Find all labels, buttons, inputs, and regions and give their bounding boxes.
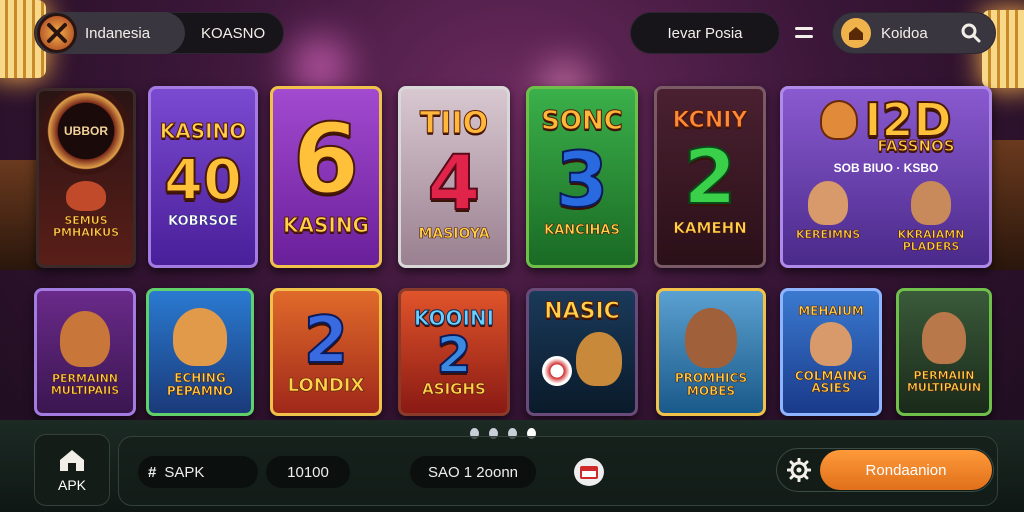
character-icon: [173, 308, 227, 367]
card-caption: PERMAIIN MULTIPAUIN: [906, 369, 982, 394]
card-title: TIIO: [419, 106, 489, 142]
hash-icon: #: [148, 463, 157, 481]
roulette-wheel-icon: UBBOR: [42, 91, 130, 176]
card-caption: PERMAINN MULTIPAIIS: [50, 372, 120, 397]
card-title: UBBOR: [64, 124, 108, 139]
game-card[interactable]: SONC 3 KANCIHAS: [526, 86, 638, 268]
card-title: NASIC: [544, 298, 621, 324]
region-label: Indanesia: [85, 24, 151, 42]
search-icon[interactable]: [961, 23, 981, 43]
card-number: 40: [163, 148, 243, 214]
game-card-featured[interactable]: I2D FASSNOS SOB BIUO · KSBO KEREIMNS KKR…: [780, 86, 992, 268]
gear-icon: [787, 458, 811, 482]
home-button[interactable]: APK: [34, 434, 110, 506]
apk-field[interactable]: # SAPK: [138, 456, 258, 488]
character-icon: [922, 312, 966, 365]
game-card[interactable]: ECHING PEPAMNO: [146, 288, 254, 416]
game-card[interactable]: NASIC: [526, 288, 638, 416]
game-card[interactable]: 6 KASING: [270, 86, 382, 268]
menu-button[interactable]: [786, 12, 822, 54]
chip-icon: [542, 355, 572, 386]
player-icon: [808, 181, 849, 225]
game-card[interactable]: KASINO 40 KOBRSOE: [148, 86, 258, 268]
card-caption: COLMAING ASIES: [794, 368, 868, 396]
value-field[interactable]: SAO 1 2oonn: [410, 456, 536, 488]
character-icon: [66, 181, 106, 212]
game-card[interactable]: UBBOR SEMUS PMHAIKUS: [36, 88, 136, 268]
game-card[interactable]: KOOINI 2 ASIGHS: [398, 288, 510, 416]
card-caption: KASING: [283, 213, 370, 238]
dog-character-icon: [576, 331, 622, 386]
brand-logo-icon: [37, 13, 77, 53]
calendar-button[interactable]: [574, 458, 604, 486]
region-selector[interactable]: Indanesia: [35, 12, 185, 54]
card-caption: LONDIX: [287, 374, 365, 396]
card-title: SONC: [541, 106, 624, 137]
card-caption: ECHING PEPAMNO: [166, 371, 234, 398]
card-number: 2: [436, 326, 473, 385]
home-label: APK: [57, 477, 86, 493]
search-pill[interactable]: Ievar Posia: [630, 12, 780, 54]
value-field[interactable]: 10100: [266, 456, 350, 488]
card-caption: KOBRSOE: [168, 214, 238, 230]
fox-character-icon: [60, 311, 110, 368]
game-card[interactable]: PERMAINN MULTIPAIIS: [34, 288, 136, 416]
game-card[interactable]: PROMHICS MOBES: [656, 288, 766, 416]
card-caption: SEMUS PMHAIKUS: [52, 214, 120, 239]
game-card[interactable]: MEHAIUM COLMAING ASIES: [780, 288, 882, 416]
calendar-icon: [580, 466, 598, 479]
settings-button[interactable]: [786, 457, 812, 483]
account-pill[interactable]: Koidoa: [832, 12, 996, 54]
card-number: 2: [683, 131, 738, 221]
slot-machine-right: [988, 140, 1024, 270]
character-icon: [810, 321, 852, 366]
card-caption: KAMEHN: [673, 218, 747, 237]
home-icon: [60, 450, 84, 471]
card-line: SOB BIUO · KSBO: [833, 161, 939, 175]
game-card[interactable]: PERMAIIN MULTIPAUIN: [896, 288, 992, 416]
card-number: 3: [555, 135, 610, 225]
action-button[interactable]: Rondaanion: [820, 450, 992, 490]
card-number: 4: [427, 138, 482, 228]
card-number: 6: [292, 103, 361, 215]
card-caption: ASIGHS: [422, 380, 486, 399]
card-caption: KANCIHAS: [544, 223, 620, 239]
account-avatar-icon: [841, 18, 871, 48]
game-card[interactable]: 2 LONDIX: [270, 288, 382, 416]
card-caption-left: KEREIMNS: [795, 228, 861, 241]
game-card[interactable]: TIIO 4 MASIOYA: [398, 86, 510, 268]
card-subtitle: FASSNOS: [877, 137, 955, 156]
search-label: Ievar Posia: [667, 24, 743, 42]
card-number: 2: [303, 303, 350, 378]
card-title: MEHAIUM: [798, 304, 864, 319]
character-icon: [685, 308, 737, 369]
region-brand-pill: Indanesia KOASNO: [34, 12, 284, 54]
card-caption-right: KKRAIAMN PLADERS: [897, 228, 965, 253]
character-icon: [820, 100, 859, 140]
apk-label: SAPK: [164, 463, 205, 481]
card-title: KCNIY: [672, 107, 748, 133]
menu-icon: [795, 27, 813, 38]
value2: SAO 1 2oonn: [427, 463, 519, 481]
card-title: KASINO: [159, 119, 247, 144]
brand-label[interactable]: KOASNO: [201, 25, 265, 42]
slot-machine-left: [0, 160, 40, 270]
card-caption: PROMHICS MOBES: [674, 371, 748, 398]
value1: 10100: [287, 463, 329, 481]
action-label: Rondaanion: [865, 461, 947, 479]
player-icon: [911, 181, 952, 225]
game-card[interactable]: KCNIY 2 KAMEHN: [654, 86, 766, 268]
card-caption: MASIOYA: [418, 226, 490, 243]
account-label: Koidoa: [881, 24, 928, 42]
